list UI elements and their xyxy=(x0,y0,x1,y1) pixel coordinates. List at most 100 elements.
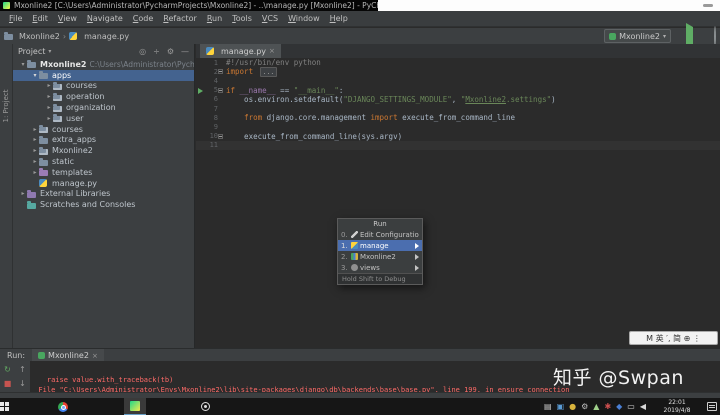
run-button[interactable] xyxy=(686,22,693,50)
chevron-collapsed-icon[interactable]: ▸ xyxy=(45,104,53,111)
tree-item-mxonline2[interactable]: ▸ Mxonline2 xyxy=(13,145,194,156)
rerun-button[interactable]: ↻ xyxy=(4,366,11,374)
project-tool-button[interactable]: 1: Project xyxy=(2,76,10,136)
chevron-collapsed-icon[interactable]: ▸ xyxy=(31,169,39,176)
run-config-label: Mxonline2 xyxy=(619,31,660,41)
run-popup-item-manage[interactable]: 1. manage xyxy=(338,240,422,251)
tree-item-label: operation xyxy=(66,92,105,102)
tray-app-icon-3[interactable]: ✱ xyxy=(604,402,611,411)
chevron-collapsed-icon[interactable]: ▸ xyxy=(45,82,53,89)
menu-item-window[interactable]: Window xyxy=(283,14,325,23)
code-line-8: 8 from django.core.management import exe… xyxy=(196,113,720,122)
fold-marker-icon[interactable] xyxy=(218,69,223,75)
stop-button[interactable]: ■ xyxy=(4,380,12,388)
fold-marker-icon[interactable] xyxy=(218,133,223,139)
chrome-taskbar-button[interactable] xyxy=(52,398,74,415)
run-config-selector[interactable]: Mxonline2 ▾ xyxy=(604,29,671,43)
tree-item-apps[interactable]: ▾ apps xyxy=(13,69,194,81)
pycharm-logo-icon xyxy=(3,2,10,9)
tree-item-scratches-and-consoles[interactable]: Scratches and Consoles xyxy=(13,199,194,210)
profiler-button[interactable] xyxy=(714,25,716,47)
fold-marker-icon[interactable] xyxy=(218,87,223,93)
menu-item-vcs[interactable]: VCS xyxy=(257,14,283,23)
tray-app-icon-4[interactable]: ◆ xyxy=(616,402,622,411)
menu-item-file[interactable]: File xyxy=(4,14,27,23)
tree-item-mxonline2[interactable]: ▾ Mxonline2C:\Users\Administrator\Pycharm… xyxy=(13,59,194,70)
tab-manage-py[interactable]: manage.py × xyxy=(200,44,281,58)
tree-item-templates[interactable]: ▸ templates xyxy=(13,167,194,178)
chevron-expanded-icon[interactable]: ▾ xyxy=(31,72,39,79)
close-icon[interactable]: × xyxy=(92,352,98,360)
chevron-collapsed-icon[interactable]: ▸ xyxy=(31,136,39,143)
run-popup-hint: Hold Shift to Debug xyxy=(338,273,422,284)
settings-gear-button[interactable]: ⚙ xyxy=(167,47,174,56)
tray-app-icon-1[interactable]: ▣ xyxy=(557,402,565,411)
run-popup-item-views[interactable]: 3. views xyxy=(338,262,422,273)
run-popup-item-mxonline2[interactable]: 2. Mxonline2 xyxy=(338,251,422,262)
line-number: 4 xyxy=(213,76,218,85)
tree-item-courses[interactable]: ▸ courses xyxy=(13,124,194,135)
tree-item-label: Scratches and Consoles xyxy=(40,200,136,210)
chevron-expanded-icon[interactable]: ▾ xyxy=(19,61,27,68)
menu-item-view[interactable]: View xyxy=(53,14,82,23)
tree-item-organization[interactable]: ▸ organization xyxy=(13,102,194,113)
tree-item-static[interactable]: ▸ static xyxy=(13,156,194,167)
action-center-icon[interactable] xyxy=(707,402,717,411)
tree-item-courses[interactable]: ▸ courses xyxy=(13,81,194,92)
collapse-all-button[interactable]: ÷ xyxy=(153,47,160,56)
prev-stacktrace-button[interactable]: ↑ xyxy=(19,366,26,374)
chevron-collapsed-icon[interactable]: ▸ xyxy=(31,158,39,165)
tray-volume-icon[interactable]: ◀ xyxy=(640,402,646,411)
tree-item-user[interactable]: ▸ user xyxy=(13,113,194,124)
hide-panel-button[interactable]: — xyxy=(181,47,189,56)
tray-app-icon-2[interactable]: ▲ xyxy=(593,402,599,411)
menu-item-navigate[interactable]: Navigate xyxy=(82,14,128,23)
menu-item-code[interactable]: Code xyxy=(128,14,159,23)
menu-item-help[interactable]: Help xyxy=(325,14,353,23)
locate-file-button[interactable]: ◎ xyxy=(139,47,146,56)
run-popup: Run 0. Edit Configurations... 1. manage 2. Mx… xyxy=(337,218,423,285)
app-taskbar-button[interactable] xyxy=(194,398,216,415)
chevron-collapsed-icon[interactable]: ▸ xyxy=(31,126,39,133)
taskbar-clock[interactable]: 22:01 2019/4/8 xyxy=(659,399,695,414)
menu-item-tools[interactable]: Tools xyxy=(227,14,257,23)
title-bar-light-area xyxy=(378,0,720,11)
close-icon[interactable]: × xyxy=(269,47,275,55)
tree-item-manage-py[interactable]: manage.py xyxy=(13,178,194,189)
tree-item-extra-apps[interactable]: ▸ extra_apps xyxy=(13,135,194,146)
start-button[interactable] xyxy=(0,398,15,415)
window-title: Mxonline2 [C:\Users\Administrator\Pychar… xyxy=(14,1,396,10)
breadcrumb-item-manage-py[interactable]: manage.py xyxy=(69,32,129,41)
run-toolbar xyxy=(679,22,716,50)
chevron-collapsed-icon[interactable]: ▸ xyxy=(45,93,53,100)
run-popup-item-edit-configurations-[interactable]: 0. Edit Configurations... xyxy=(338,229,422,240)
menu-item-edit[interactable]: Edit xyxy=(27,14,53,23)
minimize-icon[interactable] xyxy=(703,4,713,7)
line-number: 6 xyxy=(213,95,218,104)
folder-icon xyxy=(4,32,13,40)
tray-gear-icon[interactable]: ⚙ xyxy=(581,402,588,411)
menu-item-run[interactable]: Run xyxy=(202,14,227,23)
pycharm-taskbar-button[interactable] xyxy=(124,398,146,415)
run-line-icon[interactable] xyxy=(198,87,203,94)
tray-shield-icon[interactable]: ● xyxy=(569,402,576,411)
breadcrumb-item-mxonline2[interactable]: Mxonline2 xyxy=(4,32,60,41)
breadcrumb: Mxonline2 › manage.py xyxy=(4,32,129,41)
chevron-collapsed-icon[interactable]: ▸ xyxy=(19,190,27,197)
tray-clipboard-icon[interactable]: ▤ xyxy=(544,402,552,411)
tree-item-external-libraries[interactable]: ▸ External Libraries xyxy=(13,189,194,200)
next-stacktrace-button[interactable]: ↓ xyxy=(19,380,26,388)
project-panel-toolbar: ◎ ÷ ⚙ — xyxy=(139,47,189,56)
chevron-collapsed-icon[interactable]: ▸ xyxy=(31,147,39,154)
project-panel-title[interactable]: Project xyxy=(18,47,45,56)
code-editor[interactable]: 1 #!/usr/bin/env python 2 import ... 4 5 if __… xyxy=(196,58,720,348)
chevron-collapsed-icon[interactable]: ▸ xyxy=(45,115,53,122)
py-icon xyxy=(39,179,48,188)
tree-item-operation[interactable]: ▸ operation xyxy=(13,91,194,102)
pkg-icon xyxy=(53,114,62,123)
run-tab-label: Mxonline2 xyxy=(48,351,89,360)
tray-display-icon[interactable]: ▭ xyxy=(627,402,635,411)
popup-item-mnemonic: 0. xyxy=(341,230,348,239)
ime-status-bar[interactable]: M 英 ′, 简 ⊕ ⋮ xyxy=(629,331,718,345)
menu-item-refactor[interactable]: Refactor xyxy=(158,14,202,23)
